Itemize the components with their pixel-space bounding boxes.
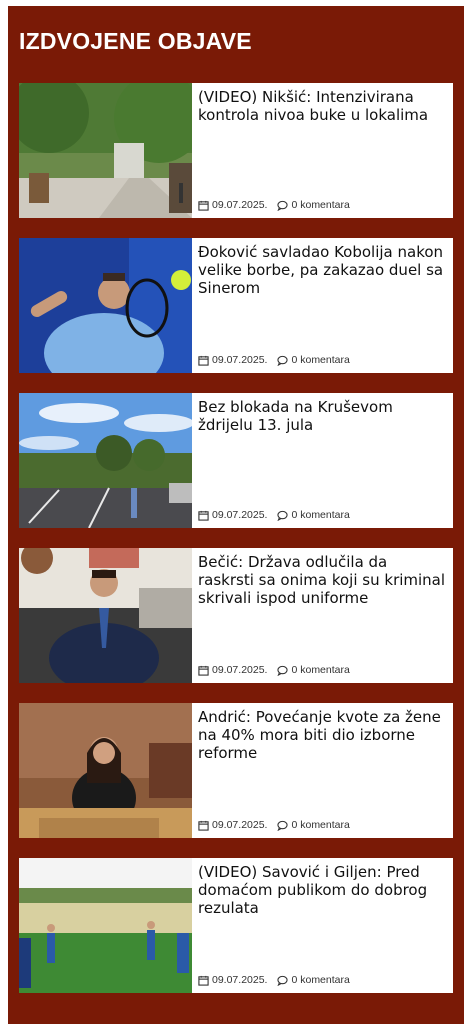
post-comments[interactable]: 0 komentara	[291, 509, 349, 521]
post-meta: 09.07.2025. 0 komentara	[198, 819, 350, 831]
comment-icon	[277, 665, 289, 676]
post-card[interactable]: (VIDEO) Savović i Giljen: Pred domaćom p…	[19, 858, 453, 993]
post-thumbnail-football[interactable]	[19, 858, 192, 993]
post-card[interactable]: Bečić: Država odlučila da raskrsti sa on…	[19, 548, 453, 683]
comment-icon	[277, 820, 289, 831]
post-comments[interactable]: 0 komentara	[291, 974, 349, 986]
post-comments[interactable]: 0 komentara	[291, 354, 349, 366]
post-date: 09.07.2025.	[212, 199, 268, 211]
post-date: 09.07.2025.	[212, 354, 268, 366]
post-title[interactable]: Andrić: Povećanje kvote za žene na 40% m…	[198, 708, 447, 762]
featured-posts-section: IZDVOJENE OBJAVE (VIDEO) Nikšić: Intenzi…	[8, 6, 464, 1024]
post-thumbnail-parliament[interactable]	[19, 703, 192, 838]
post-meta: 09.07.2025. 0 komentara	[198, 509, 350, 521]
post-thumbnail-road[interactable]	[19, 393, 192, 528]
calendar-icon	[198, 665, 209, 676]
post-date: 09.07.2025.	[212, 509, 268, 521]
post-card[interactable]: Bez blokada na Kruševom ždrijelu 13. jul…	[19, 393, 453, 528]
post-card[interactable]: Đoković savladao Kobolija nakon velike b…	[19, 238, 453, 373]
post-body: (VIDEO) Savović i Giljen: Pred domaćom p…	[192, 858, 453, 993]
post-body: Đoković savladao Kobolija nakon velike b…	[192, 238, 453, 373]
calendar-icon	[198, 975, 209, 986]
post-comments[interactable]: 0 komentara	[291, 664, 349, 676]
post-date: 09.07.2025.	[212, 974, 268, 986]
post-body: (VIDEO) Nikšić: Intenzivirana kontrola n…	[192, 83, 453, 218]
comment-icon	[277, 510, 289, 521]
post-title[interactable]: Bez blokada na Kruševom ždrijelu 13. jul…	[198, 398, 447, 434]
post-title[interactable]: Đoković savladao Kobolija nakon velike b…	[198, 243, 447, 297]
post-thumbnail-street[interactable]	[19, 83, 192, 218]
post-body: Bečić: Država odlučila da raskrsti sa on…	[192, 548, 453, 683]
post-meta: 09.07.2025. 0 komentara	[198, 354, 350, 366]
post-body: Andrić: Povećanje kvote za žene na 40% m…	[192, 703, 453, 838]
calendar-icon	[198, 510, 209, 521]
post-title[interactable]: (VIDEO) Savović i Giljen: Pred domaćom p…	[198, 863, 447, 917]
post-comments[interactable]: 0 komentara	[291, 819, 349, 831]
post-body: Bez blokada na Kruševom ždrijelu 13. jul…	[192, 393, 453, 528]
post-meta: 09.07.2025. 0 komentara	[198, 664, 350, 676]
post-meta: 09.07.2025. 0 komentara	[198, 974, 350, 986]
calendar-icon	[198, 355, 209, 366]
post-title[interactable]: Bečić: Država odlučila da raskrsti sa on…	[198, 553, 447, 607]
calendar-icon	[198, 200, 209, 211]
post-date: 09.07.2025.	[212, 664, 268, 676]
post-title[interactable]: (VIDEO) Nikšić: Intenzivirana kontrola n…	[198, 88, 447, 124]
comment-icon	[277, 200, 289, 211]
post-thumbnail-office[interactable]	[19, 548, 192, 683]
post-comments[interactable]: 0 komentara	[291, 199, 349, 211]
calendar-icon	[198, 820, 209, 831]
section-title: IZDVOJENE OBJAVE	[19, 28, 252, 54]
post-date: 09.07.2025.	[212, 819, 268, 831]
post-card[interactable]: (VIDEO) Nikšić: Intenzivirana kontrola n…	[19, 83, 453, 218]
post-thumbnail-tennis[interactable]	[19, 238, 192, 373]
comment-icon	[277, 975, 289, 986]
post-meta: 09.07.2025. 0 komentara	[198, 199, 350, 211]
comment-icon	[277, 355, 289, 366]
post-card[interactable]: Andrić: Povećanje kvote za žene na 40% m…	[19, 703, 453, 838]
